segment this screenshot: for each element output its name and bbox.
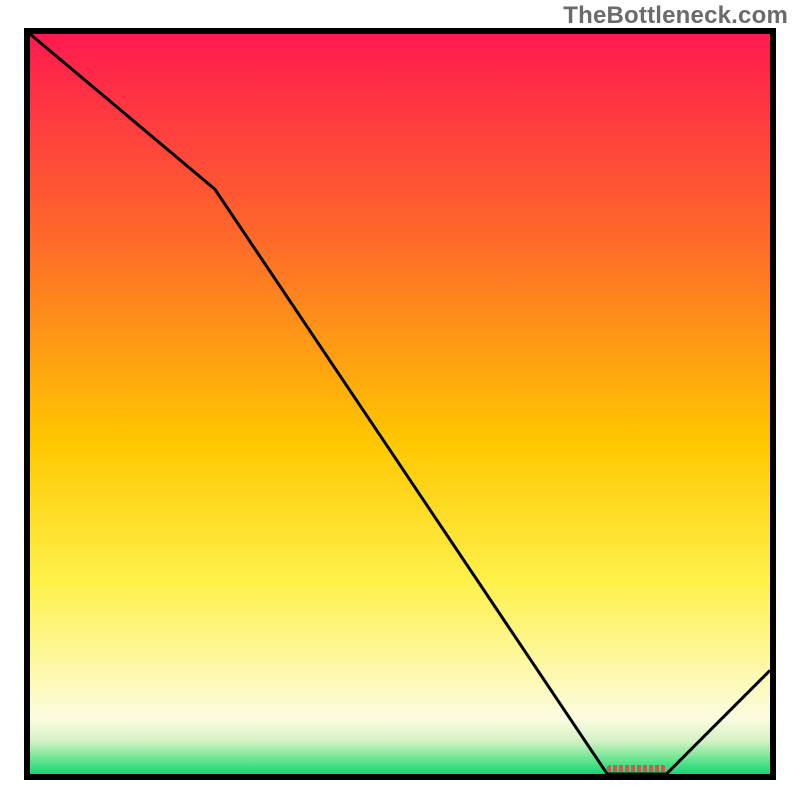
- watermark-text: TheBottleneck.com: [563, 2, 788, 30]
- chart-frame: TheBottleneck.com: [0, 0, 800, 800]
- bottleneck-curve: [30, 34, 770, 774]
- plot-area: [24, 28, 776, 780]
